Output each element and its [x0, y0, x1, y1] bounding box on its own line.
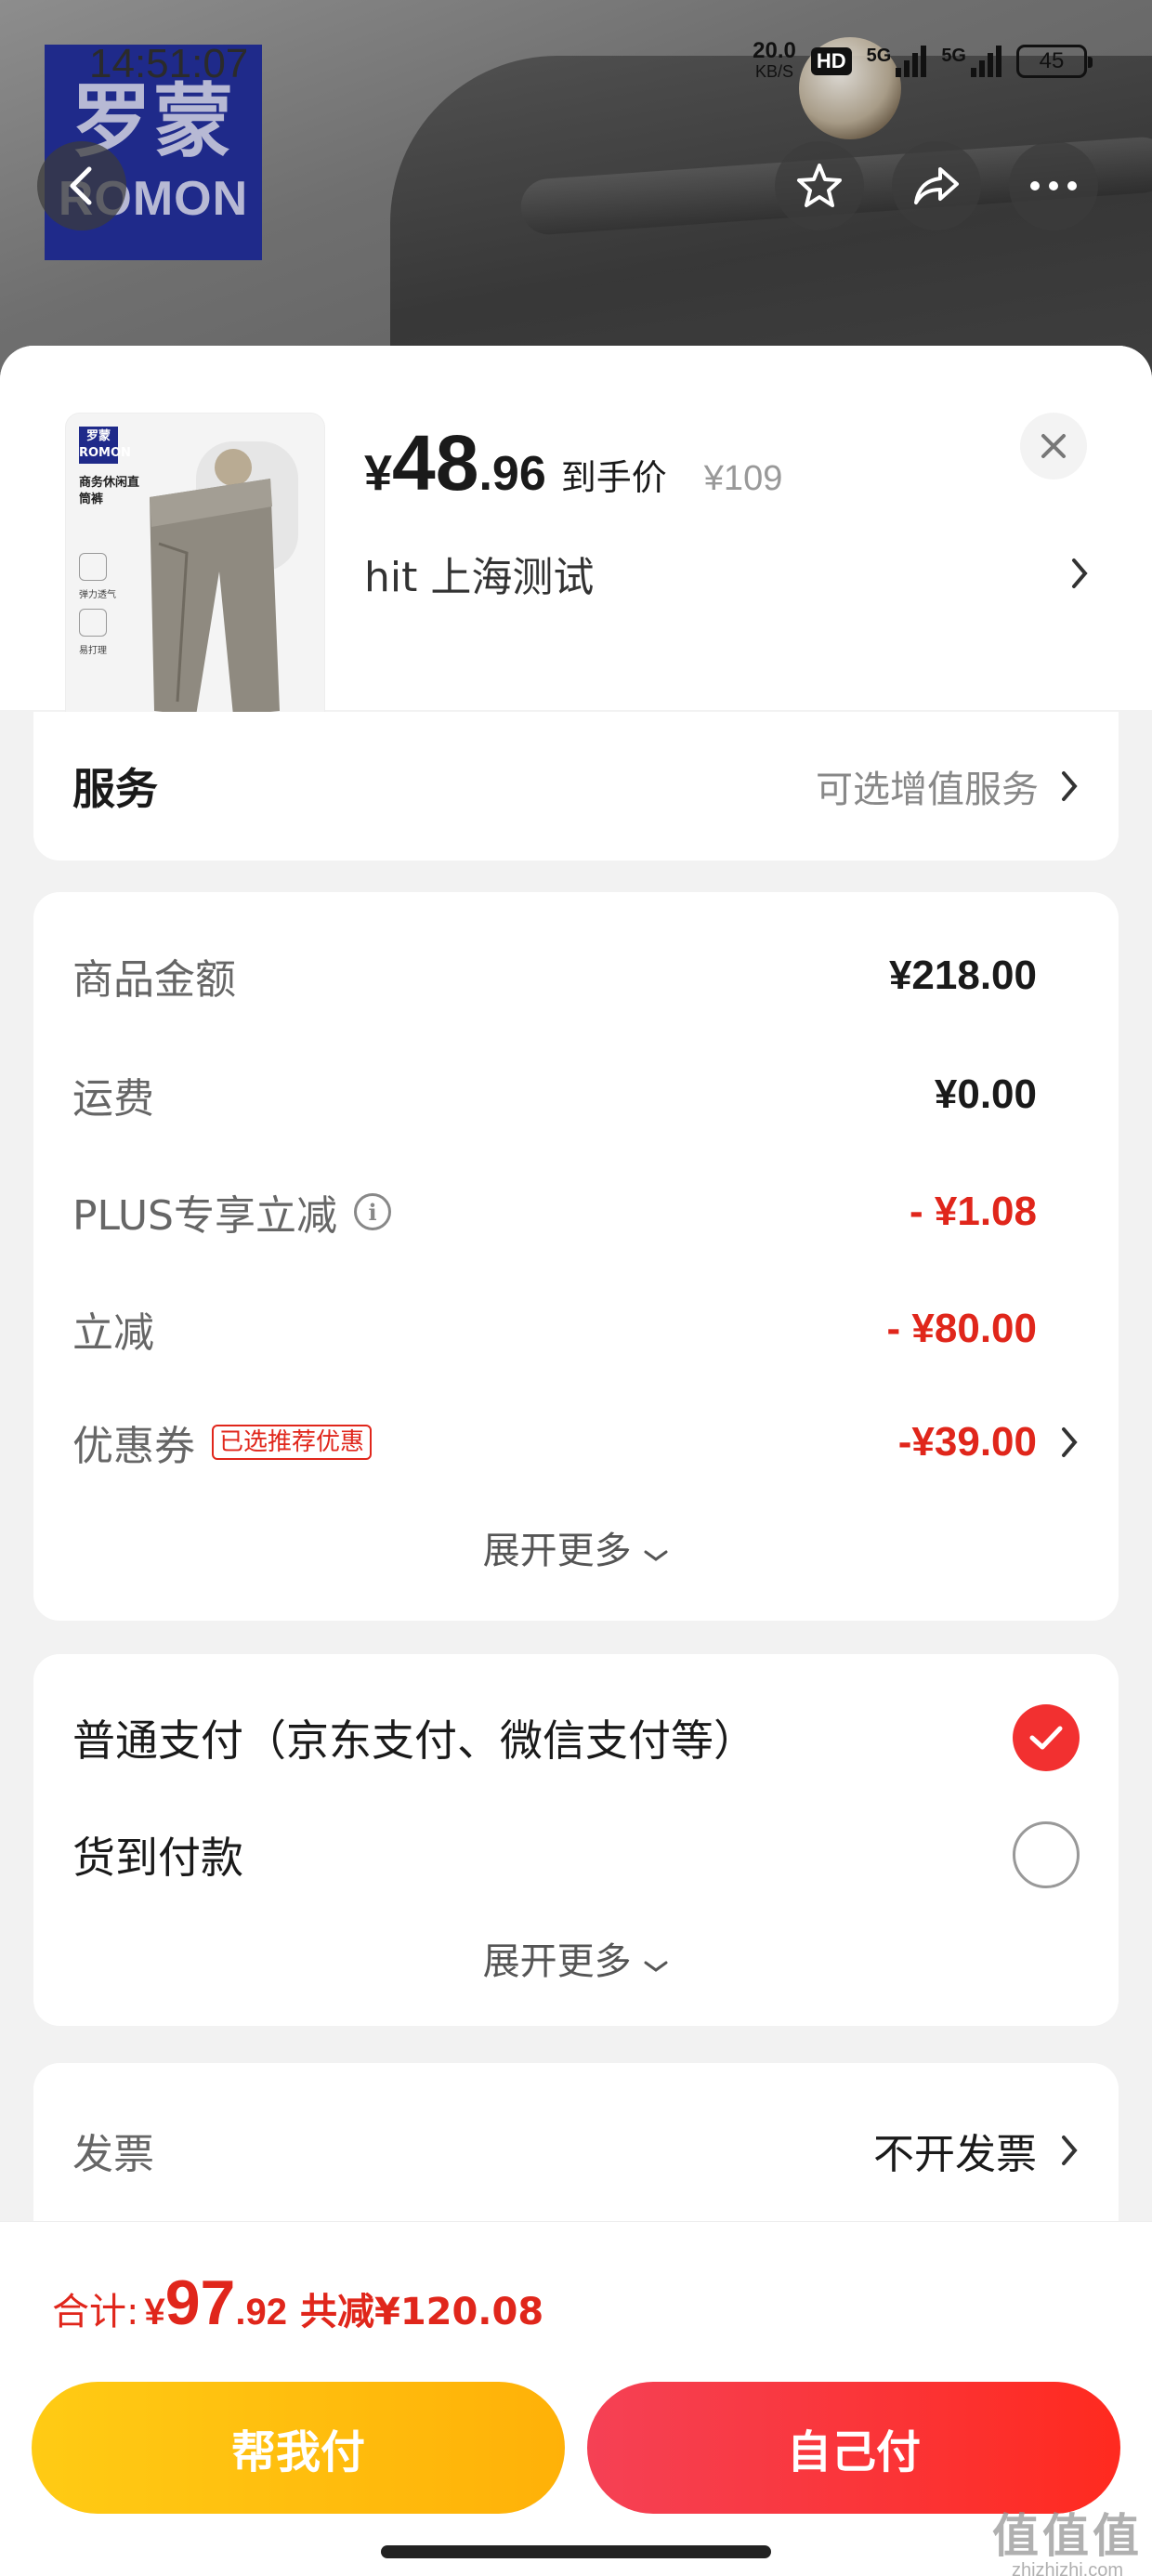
chevron-right-icon: [1062, 2136, 1078, 2165]
signal-icon: 5G: [867, 46, 927, 77]
checkout-bottom-bar: 合计: ¥ 97 .92 共减¥120.08 帮我付 自己付 值值值 zhizh…: [0, 2221, 1152, 2576]
address-row[interactable]: hit 上海测试: [364, 541, 1089, 606]
chevron-down-icon: [644, 1550, 668, 1561]
price-symbol: ¥: [364, 445, 393, 501]
close-icon: [1041, 434, 1066, 458]
price-decimal: .96: [478, 447, 546, 501]
expand-label: 展开更多: [482, 1530, 632, 1572]
price-label: 到手价: [560, 457, 667, 498]
total-label: 合计:: [52, 2291, 139, 2333]
amount-row-discount: 立减 - ¥80.00: [72, 1294, 1080, 1364]
amount-label: 优惠券: [72, 1423, 195, 1470]
amount-value: ¥218.00: [888, 953, 1037, 998]
status-bar-right: 20.0 KB/S HD 5G 5G 45: [753, 38, 1093, 82]
chevron-right-icon: [1072, 559, 1088, 588]
pants-image: [150, 441, 298, 716]
self-pay-button[interactable]: 自己付: [587, 2382, 1120, 2514]
amount-row-coupon[interactable]: 优惠券 已选推荐优惠 -¥39.00: [72, 1407, 1080, 1478]
close-button[interactable]: [1020, 413, 1087, 480]
total-decimal: .92: [235, 2292, 287, 2333]
amount-row-shipping: 运费 ¥0.00: [72, 1059, 1080, 1130]
total-row: 合计: ¥ 97 .92 共减¥120.08: [52, 2267, 543, 2339]
chevron-down-icon: [644, 1961, 668, 1972]
original-price: ¥109: [703, 459, 783, 498]
price-row: ¥ 48 .96 到手价 ¥109: [364, 418, 782, 508]
amount-label: 商品金额: [72, 956, 236, 1004]
amount-value: -¥39.00: [897, 1419, 1037, 1465]
help-pay-button[interactable]: 帮我付: [32, 2382, 565, 2514]
home-indicator[interactable]: [381, 2545, 771, 2558]
back-button[interactable]: [37, 141, 126, 230]
amount-label: PLUS专享立减: [72, 1192, 337, 1240]
amount-row-plus: PLUS专享立减 i - ¥1.08: [72, 1176, 1080, 1247]
battery-icon: 45: [1016, 45, 1093, 78]
status-time: 14:51:07: [89, 41, 249, 86]
more-dots-icon: [1030, 181, 1077, 191]
total-symbol: ¥: [144, 2292, 165, 2333]
expand-more-button[interactable]: 展开更多: [33, 1931, 1119, 1985]
radio-unchecked-icon[interactable]: [1013, 1821, 1080, 1888]
payment-option-label: 货到付款: [72, 1833, 243, 1883]
invoice-value: 不开发票: [873, 2131, 1037, 2178]
feature-icon-2: [79, 609, 107, 637]
share-button[interactable]: [892, 141, 981, 230]
hd-icon: HD: [810, 47, 852, 75]
payment-option-normal[interactable]: 普通支付（京东支付、微信支付等）: [72, 1701, 1080, 1775]
more-button[interactable]: [1009, 141, 1098, 230]
share-icon: [914, 167, 959, 204]
address-text: hit 上海测试: [364, 554, 595, 601]
coupon-badge: 已选推荐优惠: [212, 1425, 373, 1460]
expand-more-button[interactable]: 展开更多: [33, 1520, 1119, 1574]
star-icon: [797, 164, 842, 207]
chevron-right-icon: [1062, 771, 1078, 801]
amount-card: 商品金额 ¥218.00 运费 ¥0.00 PLUS专享立减 i - ¥1.08…: [33, 892, 1119, 1621]
info-icon[interactable]: i: [354, 1193, 391, 1230]
invoice-row[interactable]: 发票 不开发票: [72, 2115, 1080, 2186]
total-integer: 97: [164, 2267, 236, 2338]
invoice-label: 发票: [72, 2131, 154, 2178]
amount-value: - ¥80.00: [886, 1306, 1037, 1351]
total-saved: 共减¥120.08: [299, 2291, 544, 2333]
product-thumbnail[interactable]: 罗蒙 ROMON 商务休闲直筒裤 弹力透气 易打理: [65, 413, 325, 736]
payment-card: 普通支付（京东支付、微信支付等） 货到付款 展开更多: [33, 1654, 1119, 2026]
amount-value: - ¥1.08: [910, 1189, 1037, 1234]
payment-option-cod[interactable]: 货到付款: [72, 1818, 1080, 1892]
watermark: 值值值 zhizhizhi.com: [992, 2508, 1143, 2576]
back-arrow-icon: [70, 166, 92, 205]
amount-row-goods: 商品金额 ¥218.00: [72, 940, 1080, 1011]
service-hint: 可选增值服务: [816, 769, 1039, 811]
amount-label: 立减: [72, 1309, 154, 1357]
signal-icon-2: 5G: [941, 46, 1001, 77]
amount-value: ¥0.00: [934, 1071, 1037, 1117]
radio-checked-icon[interactable]: [1013, 1704, 1080, 1771]
product-summary: 罗蒙 ROMON 商务休闲直筒裤 弹力透气 易打理 ¥ 48 .96 到手价 ¥…: [0, 346, 1152, 736]
feature-icon-1: [79, 553, 107, 581]
net-speed: 20.0 KB/S: [753, 38, 796, 82]
price-integer: 48: [392, 419, 479, 506]
payment-option-label: 普通支付（京东支付、微信支付等）: [72, 1715, 756, 1766]
favorite-button[interactable]: [775, 141, 864, 230]
service-label: 服务: [72, 764, 158, 814]
thumb-logo: 罗蒙 ROMON: [79, 427, 131, 464]
service-row[interactable]: 服务 可选增值服务: [72, 753, 1080, 820]
service-card[interactable]: 服务 可选增值服务: [33, 712, 1119, 861]
amount-label: 运费: [72, 1075, 154, 1123]
expand-label: 展开更多: [482, 1940, 632, 1983]
chevron-right-icon: [1062, 1427, 1078, 1457]
